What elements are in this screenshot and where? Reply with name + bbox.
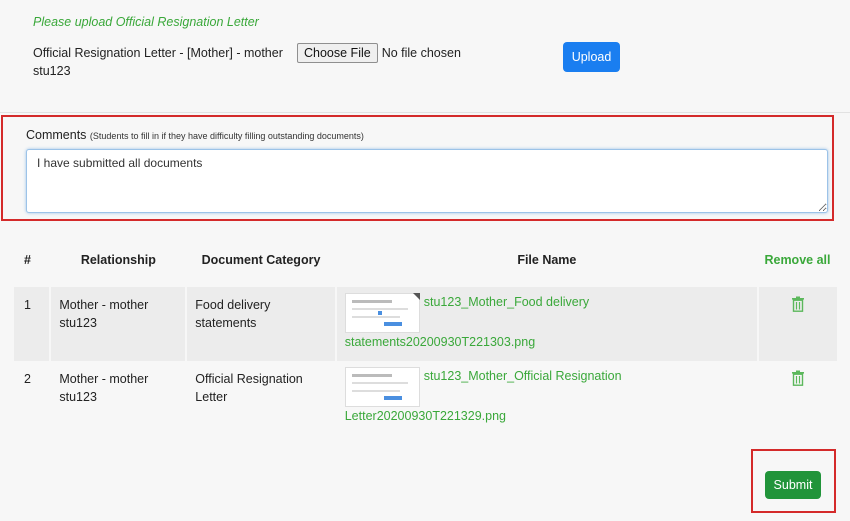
table-row: 1 Mother - mother stu123 Food delivery s… [14, 287, 837, 361]
documents-table: # Relationship Document Category File Na… [14, 233, 837, 435]
file-input[interactable]: Choose File No file chosen [297, 43, 461, 63]
table-header-row: # Relationship Document Category File Na… [14, 233, 837, 287]
file-thumbnail-icon[interactable] [344, 367, 420, 407]
comments-textarea[interactable]: I have submitted all documents [26, 149, 828, 213]
upload-button[interactable]: Upload [563, 42, 620, 72]
comments-label: Comments (Students to fill in if they ha… [26, 128, 364, 142]
remove-all-button[interactable]: Remove all [758, 233, 837, 287]
file-link-continued[interactable]: Letter20200930T221329.png [345, 409, 506, 423]
row-actions [756, 287, 837, 361]
upload-hint: Please upload Official Resignation Lette… [33, 15, 259, 29]
comments-hint: (Students to fill in if they have diffic… [89, 131, 364, 141]
file-thumbnail-icon[interactable] [344, 293, 420, 333]
divider [0, 112, 850, 113]
file-link-continued[interactable]: statements20200930T221303.png [345, 335, 535, 349]
header-file-name: File Name [517, 253, 577, 267]
choose-file-button[interactable]: Choose File [297, 43, 378, 63]
header-relationship: Relationship [80, 253, 156, 267]
row-actions [756, 361, 837, 435]
header-category: Document Category [201, 253, 321, 267]
submit-button[interactable]: Submit [765, 471, 821, 499]
row-file: stu123_Mother_Food delivery statements20… [334, 287, 758, 361]
row-relationship: Mother - mother stu123 [49, 287, 187, 361]
header-num: # [24, 253, 31, 267]
row-num: 1 [14, 287, 51, 361]
file-link[interactable]: stu123_Mother_Food delivery [424, 295, 589, 309]
row-category: Food delivery statements [185, 287, 336, 361]
trash-icon[interactable] [791, 296, 805, 317]
table-row: 2 Mother - mother stu123 Official Resign… [14, 361, 837, 435]
row-file: stu123_Mother_Official Resignation Lette… [334, 361, 758, 435]
row-relationship: Mother - mother stu123 [49, 361, 187, 435]
row-category: Official Resignation Letter [185, 361, 336, 435]
file-link[interactable]: stu123_Mother_Official Resignation [424, 369, 622, 383]
comments-label-text: Comments [26, 128, 87, 142]
no-file-text: No file chosen [381, 46, 461, 60]
row-num: 2 [14, 361, 51, 435]
document-label: Official Resignation Letter - [Mother] -… [33, 46, 283, 78]
trash-icon[interactable] [791, 370, 805, 391]
